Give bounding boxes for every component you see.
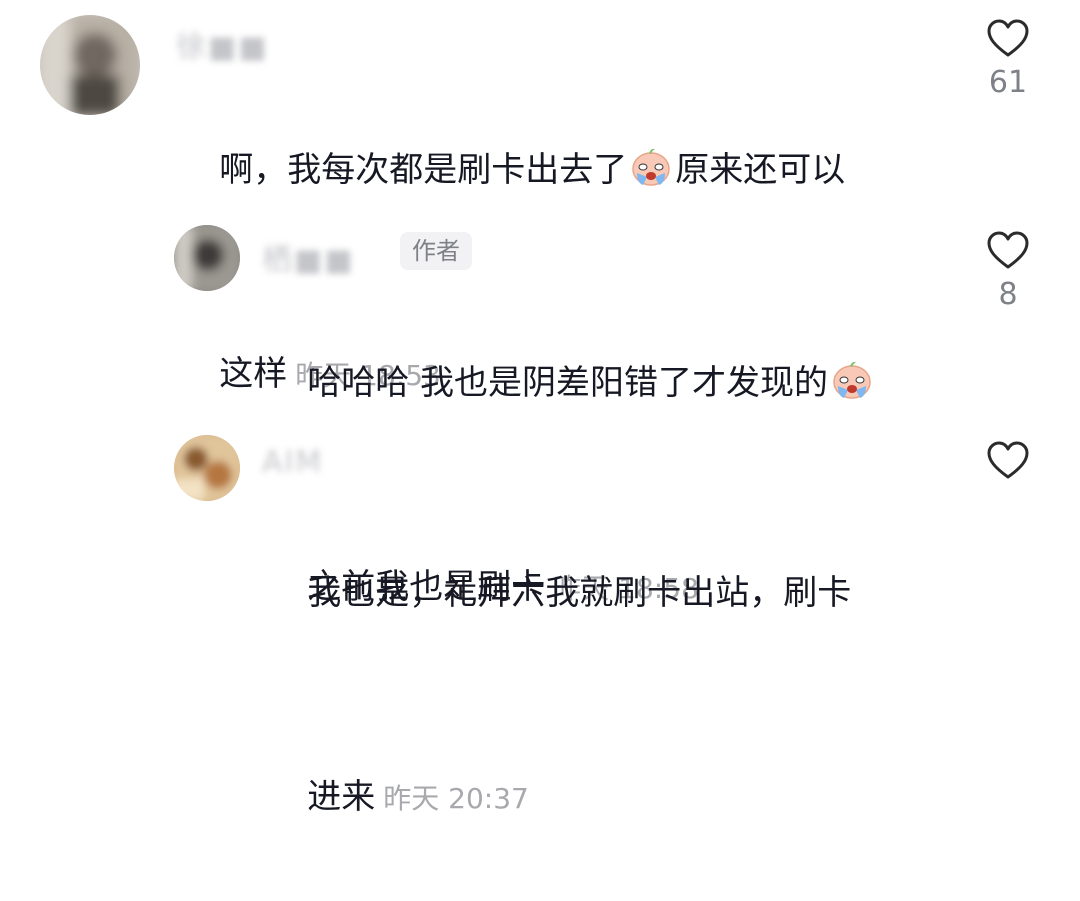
reply-item[interactable]: AIM 我也是，礼拜六我就刷卡出站，刷卡 进来 昨天 20:37	[0, 425, 1080, 817]
comment-text-part: 进来	[307, 777, 376, 817]
author-badge: 作者	[400, 232, 472, 270]
blurred-avatar-icon	[174, 435, 240, 501]
comment-text-part: 啊，我每次都是刷卡出去了	[219, 150, 628, 190]
comment-text: 我也是，礼拜六我就刷卡出站，刷卡 进来 昨天 20:37	[264, 491, 954, 901]
reply-item[interactable]: 栖■■ 作者 哈哈哈 我也是阴差阳错了才发现的 之前我也是刷卡 昨天 18:58 …	[0, 215, 1080, 607]
comment-timestamp: 昨天 20:37	[383, 782, 529, 815]
comment-text-part: 原来还可以	[675, 150, 846, 190]
commenter-username[interactable]: AIM	[262, 445, 323, 480]
commenter-username[interactable]: 栖■■	[262, 235, 355, 279]
like-count: 61	[988, 65, 1028, 100]
like-button[interactable]: 61	[978, 18, 1038, 100]
like-count: 8	[998, 277, 1018, 312]
heart-outline-icon[interactable]	[986, 230, 1030, 270]
blurred-avatar-icon	[40, 15, 140, 115]
commenter-avatar[interactable]	[40, 15, 140, 115]
crying-baby-emoji-icon	[830, 355, 874, 399]
like-button[interactable]: 8	[978, 230, 1038, 312]
heart-outline-icon[interactable]	[986, 440, 1030, 480]
crying-baby-emoji-icon	[629, 142, 673, 186]
blurred-avatar-icon	[174, 225, 240, 291]
commenter-avatar[interactable]	[174, 435, 240, 501]
like-button[interactable]	[978, 440, 1038, 488]
comment-text-part: 哈哈哈 我也是阴差阳错了才发现的	[307, 363, 829, 403]
commenter-avatar[interactable]	[174, 225, 240, 291]
comment-text-part: 我也是，礼拜六我就刷卡出站，刷卡	[307, 573, 852, 613]
heart-outline-icon[interactable]	[986, 18, 1030, 58]
commenter-username[interactable]: 徐■■	[176, 22, 269, 66]
comment-item[interactable]: 徐■■ 啊，我每次都是刷卡出去了 原来还可以 这样 昨天 18:53 61	[0, 0, 1080, 394]
